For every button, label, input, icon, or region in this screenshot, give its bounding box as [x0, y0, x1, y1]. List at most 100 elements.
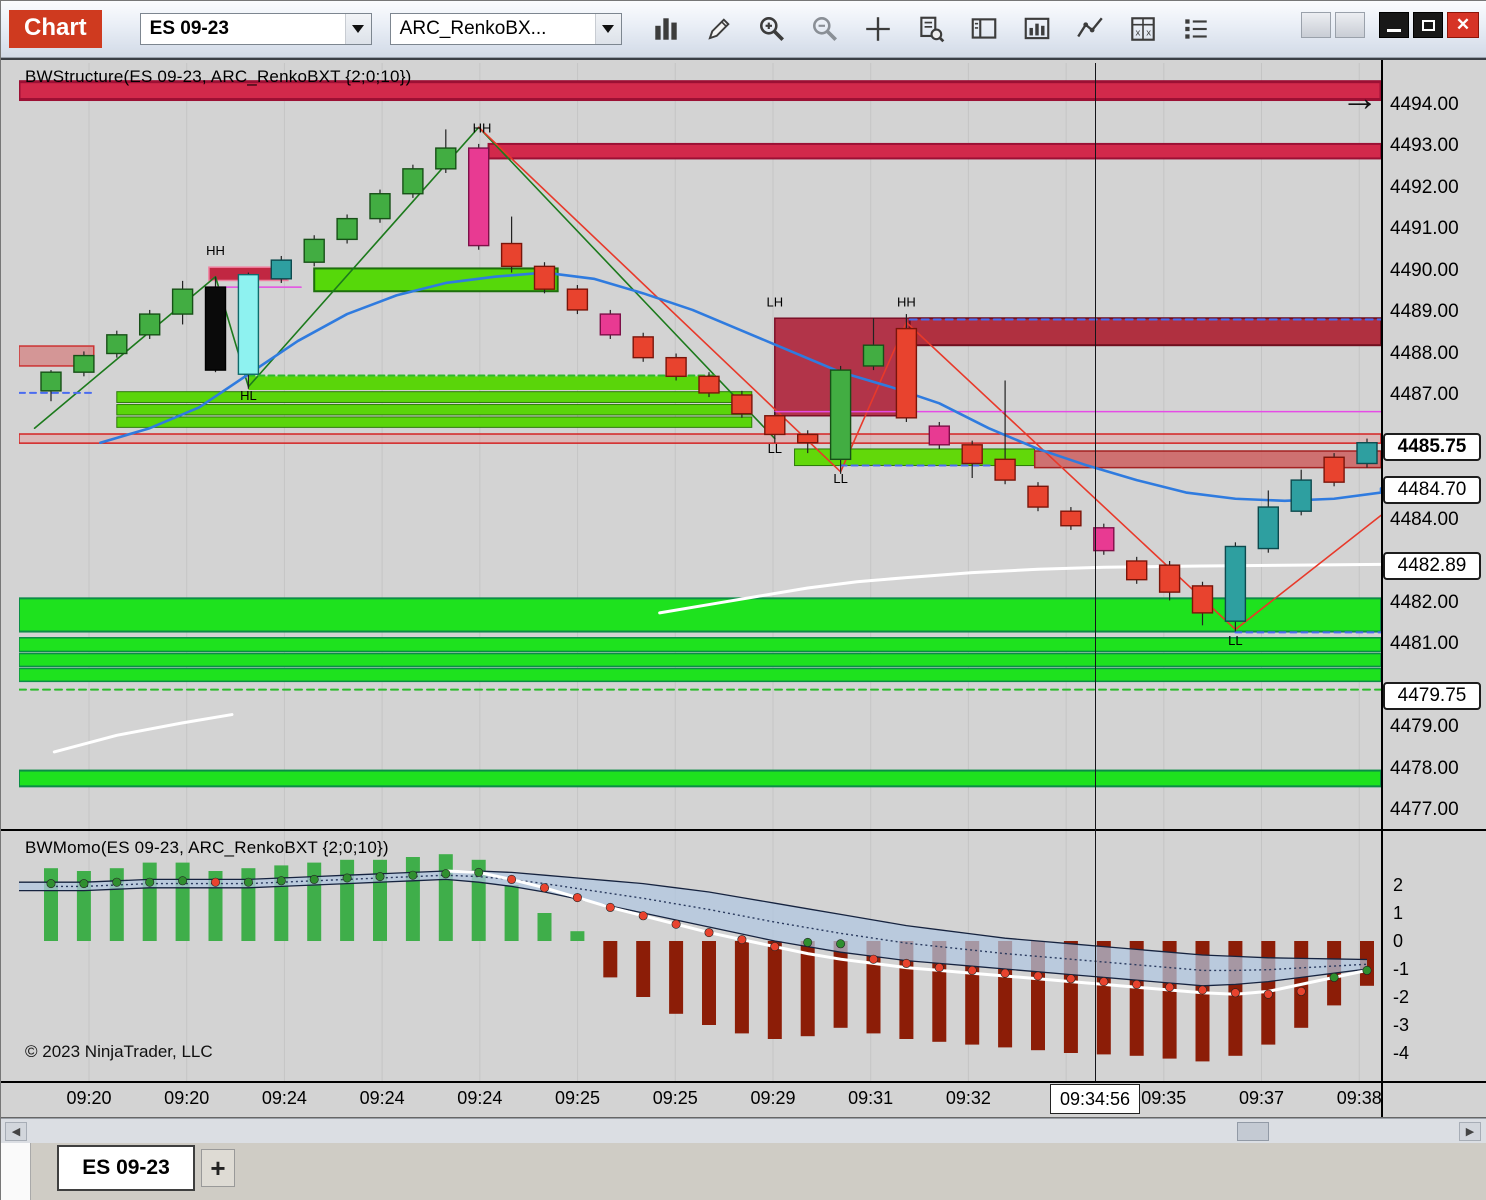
- momo-dot: [1000, 968, 1010, 978]
- momo-tick: -4: [1393, 1043, 1410, 1063]
- time-label: 09:20: [66, 1088, 112, 1108]
- momo-dot: [638, 911, 648, 921]
- candle-body: [402, 168, 424, 195]
- momo-dot: [1198, 985, 1208, 995]
- momo-dot: [243, 877, 253, 887]
- tab-es-09-23[interactable]: ES 09-23: [57, 1145, 195, 1191]
- chart-window-tab[interactable]: Chart: [9, 9, 102, 49]
- momentum-indicator-panel[interactable]: [19, 831, 1381, 1081]
- momo-dot: [803, 937, 813, 947]
- momo-dot: [605, 902, 615, 912]
- instrument-selector-value: ES 09-23: [149, 18, 229, 39]
- momo-dot: [112, 877, 122, 887]
- momo-bar: [570, 931, 585, 941]
- close-button[interactable]: ✕: [1447, 12, 1479, 38]
- time-axis[interactable]: 09:20 09:20 09:24 09:24 09:24 09:25 09:25 09:29…: [1, 1083, 1381, 1117]
- draw-pencil-icon[interactable]: [701, 11, 737, 47]
- momo-dot: [178, 876, 188, 886]
- momo-bar: [833, 941, 848, 1028]
- price-tick: 4484.00: [1390, 508, 1459, 530]
- scroll-left-arrow-icon[interactable]: ◀: [5, 1122, 27, 1141]
- right-arrow-marker: →: [1341, 77, 1379, 119]
- swing-label: LL: [768, 441, 782, 456]
- momo-dot: [770, 942, 780, 952]
- time-label: 09:32: [945, 1088, 991, 1108]
- price-axis-line: [1381, 60, 1383, 1117]
- white-ma-left: [52, 713, 234, 754]
- indicator-window-icon[interactable]: [1019, 11, 1055, 47]
- horizontal-scrollbar[interactable]: ◀ ▶: [1, 1118, 1486, 1143]
- scroll-right-arrow-icon[interactable]: ▶: [1459, 1122, 1481, 1141]
- crosshair-icon[interactable]: [860, 11, 896, 47]
- zoom-in-icon[interactable]: [754, 11, 790, 47]
- momo-bar: [603, 941, 618, 978]
- minimize-button[interactable]: [1379, 12, 1409, 38]
- data-box-icon[interactable]: xx: [1125, 11, 1161, 47]
- new-tab-button[interactable]: +: [201, 1149, 235, 1187]
- momo-dot: [868, 954, 878, 964]
- chart-trader-icon[interactable]: [913, 11, 949, 47]
- price-chart-panel[interactable]: HH HL HH LH HH LL LL LL →: [19, 63, 1381, 829]
- candle-body: [1323, 456, 1345, 483]
- candle-body: [106, 334, 128, 355]
- maximize-button[interactable]: [1413, 12, 1443, 38]
- candle-body: [797, 433, 819, 444]
- price-tick: 4490.00: [1390, 259, 1459, 281]
- panel-separator[interactable]: [1, 829, 1486, 831]
- price-marker-badge: 4482.89: [1383, 551, 1481, 580]
- inactive-window-button[interactable]: [1301, 12, 1331, 38]
- momo-dot: [1329, 972, 1339, 982]
- candle-body: [1191, 585, 1214, 614]
- chevron-down-icon[interactable]: [594, 14, 621, 44]
- crosshair-vertical-line: [1095, 63, 1096, 1081]
- svg-text:x: x: [1135, 27, 1140, 38]
- momo-tick: -1: [1393, 959, 1410, 979]
- price-tick: 4491.00: [1390, 218, 1459, 239]
- candle-body: [665, 356, 687, 378]
- time-label: 09:25: [555, 1088, 601, 1108]
- momo-bar: [175, 862, 190, 941]
- swing-label: HH: [897, 295, 916, 310]
- price-marker-badge: 4479.75: [1383, 681, 1481, 710]
- series-type-selector[interactable]: ARC_RenkoBX...: [389, 13, 622, 45]
- candle-body: [632, 336, 654, 359]
- svg-text:x: x: [1146, 27, 1151, 38]
- candle-body: [1158, 564, 1181, 593]
- momo-dot: [967, 965, 977, 975]
- bwmomo-indicator-label: BWMomo(ES 09-23, ARC_RenkoBXT {2;0;10}): [25, 838, 389, 857]
- chart-style-icon[interactable]: [648, 11, 684, 47]
- price-tick: 4477.00: [1390, 799, 1459, 820]
- copyright-notice: © 2023 NinjaTrader, LLC: [25, 1042, 213, 1061]
- toolbar: Chart ES 09-23 ARC_RenkoBX... x x ✕: [1, 1, 1486, 58]
- window-controls: ✕: [1301, 12, 1479, 38]
- momo-dot: [539, 883, 549, 893]
- panels-icon[interactable]: [966, 11, 1002, 47]
- data-series-icon[interactable]: [1072, 11, 1108, 47]
- candle-body: [237, 273, 260, 375]
- instrument-selector[interactable]: ES 09-23: [139, 13, 372, 45]
- candle-body: [764, 415, 786, 436]
- candle-body: [731, 394, 753, 415]
- momo-dot: [276, 876, 286, 886]
- inactive-window-button[interactable]: [1335, 12, 1365, 38]
- series-type-selector-value: ARC_RenkoBX...: [399, 18, 547, 39]
- candle-body: [829, 369, 852, 461]
- momo-dot: [836, 939, 846, 949]
- candle-body: [566, 288, 589, 311]
- momo-bar: [405, 857, 420, 941]
- momo-dot: [474, 867, 484, 877]
- momo-dot: [704, 928, 714, 938]
- time-label: 09:29: [750, 1088, 796, 1108]
- chevron-down-icon[interactable]: [344, 14, 371, 44]
- momo-dot: [441, 869, 451, 879]
- momo-bar: [767, 941, 782, 1039]
- momo-dot: [309, 874, 319, 884]
- candle-body: [1093, 527, 1115, 552]
- scrollbar-thumb[interactable]: [1237, 1122, 1269, 1141]
- momo-bar: [702, 941, 716, 1025]
- zoom-out-icon[interactable]: [807, 11, 843, 47]
- candle-body: [1290, 479, 1312, 512]
- properties-list-icon[interactable]: [1178, 11, 1214, 47]
- bwstructure-indicator-label: BWStructure(ES 09-23, ARC_RenkoBXT {2;0;…: [25, 67, 412, 86]
- momo-dot: [211, 877, 221, 887]
